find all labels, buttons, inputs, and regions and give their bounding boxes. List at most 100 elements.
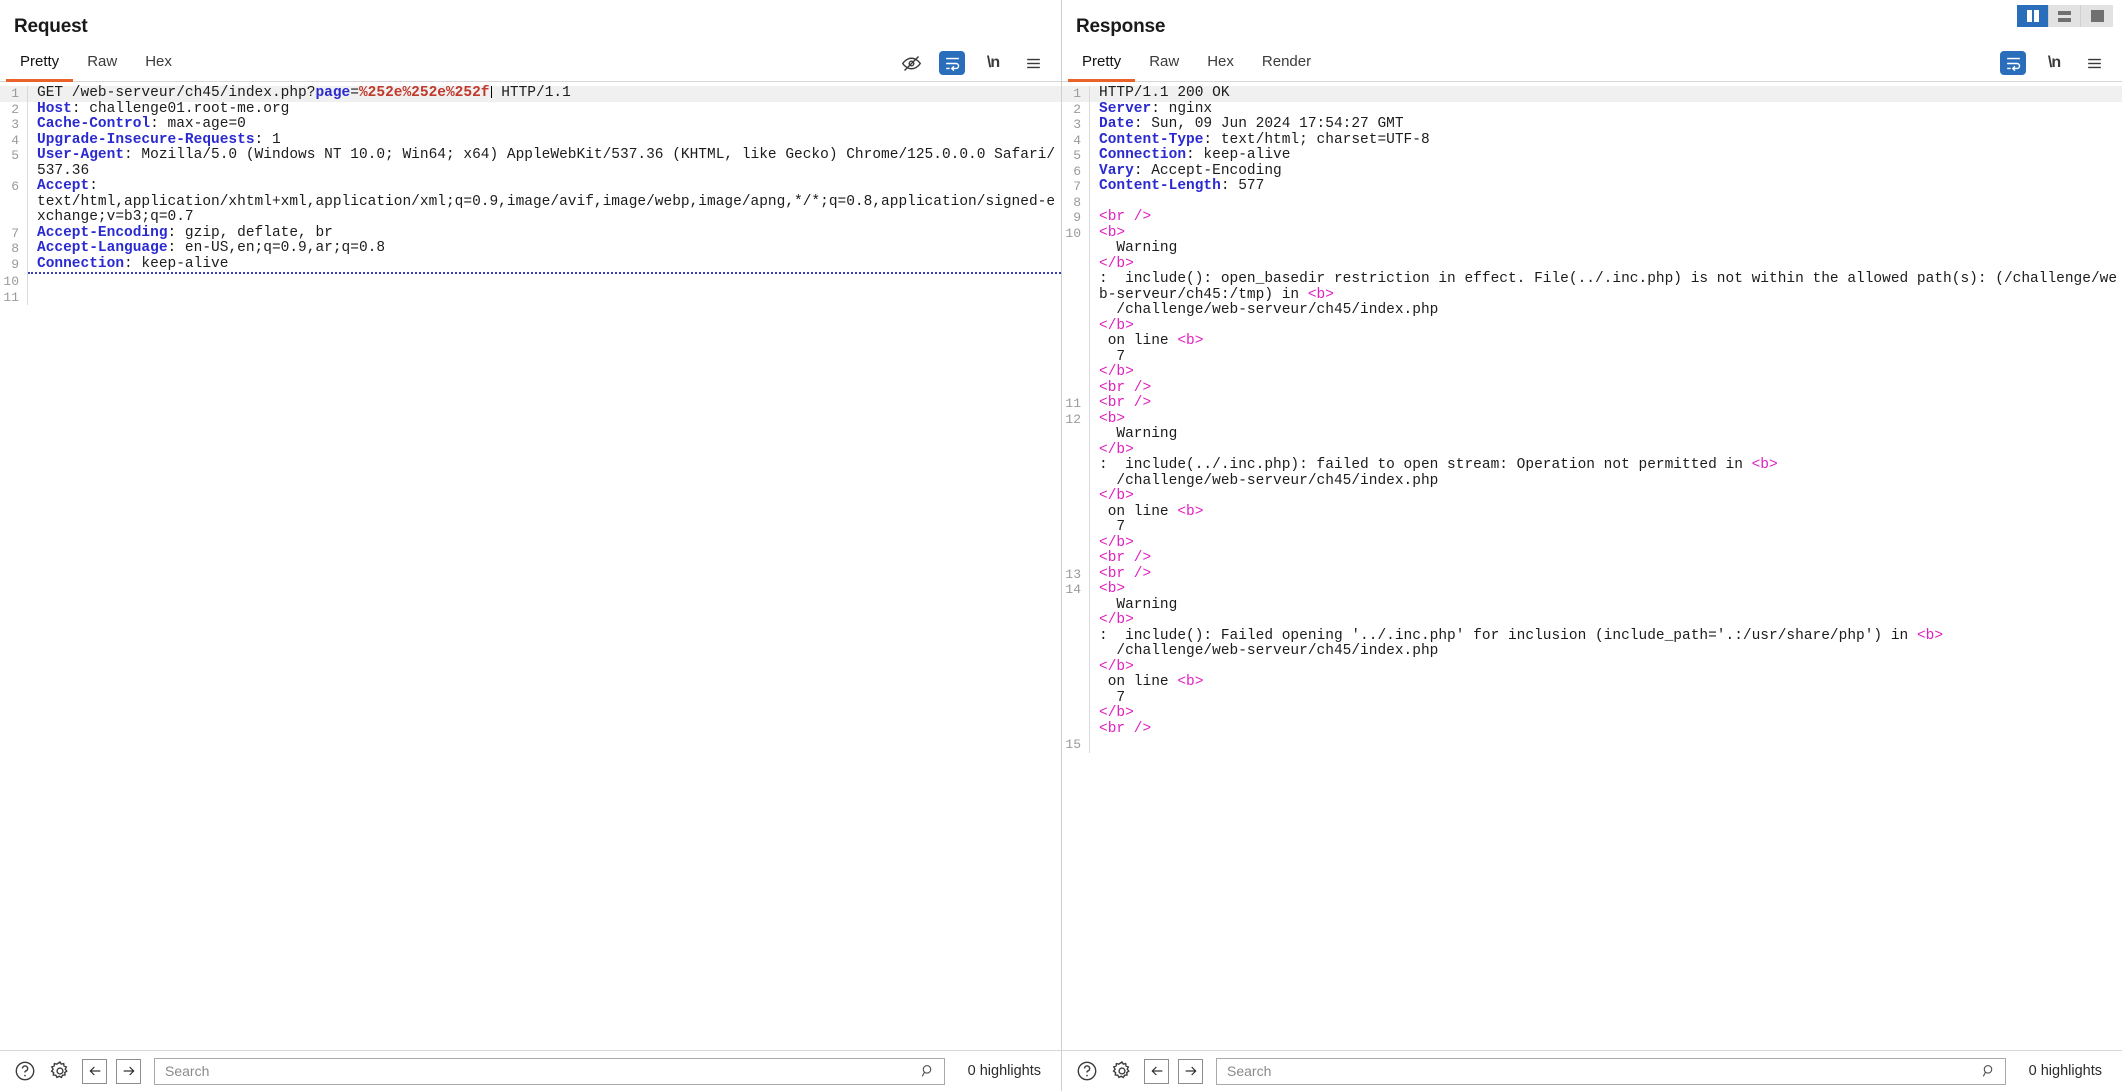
code-segment: <br /> — [1099, 565, 1152, 582]
code-segment: Vary — [1099, 162, 1134, 179]
code-segment: </b> — [1099, 255, 1134, 272]
menu-icon[interactable] — [1021, 51, 1045, 75]
line-number: 6 — [1073, 163, 1081, 179]
search-back-button[interactable] — [1144, 1058, 1169, 1084]
code-segment: <b> — [1177, 333, 1204, 349]
code-segment: </b> — [1099, 441, 1134, 458]
response-tab-raw[interactable]: Raw — [1135, 49, 1193, 82]
code-line: 7 Content-Length: 577 — [1062, 178, 2122, 195]
show-newlines-icon[interactable]: \n — [2042, 51, 2066, 75]
request-toolbar: \n — [899, 51, 1061, 81]
code-line: 11 — [0, 289, 1061, 305]
request-tab-pretty[interactable]: Pretty — [6, 49, 74, 82]
code-line: 8 — [1062, 194, 2122, 210]
response-panel-title: Response — [1076, 16, 1166, 37]
line-number: 3 — [11, 117, 19, 132]
request-panel: Request Pretty Raw Hex \n 1 GET /web-ser… — [0, 0, 1061, 1091]
line-number: 5 — [11, 148, 19, 163]
single-pane-icon — [2090, 10, 2104, 22]
code-line: 10 — [0, 274, 1061, 290]
code-line: 2 Server: nginx — [1062, 100, 2122, 117]
text-caret — [490, 86, 492, 98]
line-number: 3 — [1073, 117, 1081, 132]
code-segment: </b> — [1099, 364, 1134, 380]
layout-single-pane-button[interactable] — [2081, 5, 2113, 27]
code-line-text: HTTP/1.1 200 OK — [1090, 85, 2122, 102]
response-search-field[interactable] — [1216, 1057, 2006, 1085]
request-editor[interactable]: 1 GET /web-serveur/ch45/index.php?page=%2… — [0, 82, 1061, 1050]
response-editor[interactable]: 1 HTTP/1.1 200 OK 2 Server: nginx 3 Date: Sun… — [1062, 82, 2122, 1050]
code-segment: <b> — [1916, 627, 1944, 644]
code-segment: : gzip, deflate, br — [167, 224, 333, 241]
http-message-viewer: Request Pretty Raw Hex \n 1 GET /web-ser… — [0, 0, 2123, 1091]
code-segment: <b> — [1099, 224, 1126, 241]
help-icon[interactable] — [1074, 1058, 1100, 1084]
request-search-input[interactable] — [163, 1062, 920, 1080]
code-segment: <br /> — [1099, 550, 1152, 566]
line-number: 12 — [1065, 411, 1081, 427]
response-tab-hex[interactable]: Hex — [1193, 49, 1248, 82]
response-tab-pretty[interactable]: Pretty — [1068, 49, 1136, 82]
code-line-text: Host: challenge01.root-me.org — [28, 100, 1061, 118]
show-newlines-icon[interactable]: \n — [981, 51, 1005, 75]
search-forward-button[interactable] — [116, 1058, 141, 1084]
response-tab-render[interactable]: Render — [1248, 49, 1325, 82]
layout-split-vertical-button[interactable] — [2017, 5, 2049, 27]
code-line-text: Content-Type: text/html; charset=UTF-8 — [1090, 132, 2122, 149]
request-highlights-count: 0 highlights — [967, 1063, 1041, 1079]
code-line: 15 — [1062, 737, 2122, 753]
request-search-field[interactable] — [154, 1057, 945, 1085]
gear-icon[interactable] — [1109, 1058, 1135, 1084]
code-segment: </b> — [1099, 488, 1134, 504]
code-line-text: Cache-Control: max-age=0 — [28, 116, 1061, 133]
line-number: 10 — [1065, 225, 1081, 241]
code-line: 14 <b> Warning </b> : include(): Failed o… — [1062, 581, 2122, 737]
word-wrap-icon[interactable] — [939, 51, 965, 75]
code-segment: Server — [1099, 100, 1152, 117]
code-segment: <b> — [1307, 286, 1334, 303]
response-search-input[interactable] — [1225, 1062, 1981, 1080]
word-wrap-icon[interactable] — [2000, 51, 2026, 75]
line-number: 4 — [11, 132, 19, 148]
code-line: 13 <br /> — [1062, 565, 2122, 582]
search-back-button[interactable] — [82, 1058, 107, 1084]
line-number: 6 — [11, 179, 19, 194]
code-line: 5 Connection: keep-alive — [1062, 147, 2122, 164]
response-panel: Response Pretty Raw Hex Render \n 1 HTTP… — [1061, 0, 2122, 1091]
line-number: 2 — [1073, 101, 1081, 117]
code-segment: Accept-Language — [37, 240, 168, 256]
code-line-text: User-Agent: Mozilla/5.0 (Windows NT 10.0… — [28, 147, 1061, 179]
gear-icon[interactable] — [47, 1058, 73, 1084]
code-segment: : challenge01.root-me.org — [71, 100, 290, 117]
code-line-text: Accept-Encoding: gzip, deflate, br — [28, 224, 1061, 242]
code-line-text: GET /web-serveur/ch45/index.php?page=%25… — [28, 85, 1061, 102]
code-segment: /challenge/web-serveur/ch45/index.php — [1116, 472, 1439, 489]
hide-nonprintable-icon[interactable] — [899, 51, 923, 75]
request-tab-hex[interactable]: Hex — [131, 49, 186, 82]
line-number: 8 — [11, 241, 19, 256]
help-icon[interactable] — [12, 1058, 38, 1084]
line-number: 2 — [11, 101, 19, 117]
code-segment: <br /> — [1099, 209, 1152, 225]
menu-icon[interactable] — [2082, 51, 2106, 75]
code-line: 4 Upgrade-Insecure-Requests: 1 — [0, 131, 1061, 148]
code-line-text: Connection: keep-alive — [28, 255, 1061, 274]
code-line-text — [28, 274, 1061, 290]
code-line: 2 Host: challenge01.root-me.org — [0, 100, 1061, 118]
show-newlines-label: \n — [986, 54, 1000, 71]
request-tab-raw[interactable]: Raw — [73, 49, 131, 82]
layout-split-horizontal-button[interactable] — [2049, 5, 2081, 27]
line-number: 14 — [1065, 582, 1081, 597]
line-number: 11 — [1065, 396, 1081, 411]
code-line-text: Vary: Accept-Encoding — [1090, 162, 2122, 180]
code-segment: Accept-Encoding — [37, 224, 168, 241]
line-number: 1 — [11, 86, 19, 101]
code-segment: on line — [1107, 503, 1169, 520]
code-line: 12 <b> Warning </b> : include(../.inc.php… — [1062, 411, 2122, 567]
code-line: 6 Accept: text/html,application/xhtml+xml… — [0, 178, 1061, 226]
code-line-text: <b> Warning </b> : include(): Failed ope… — [1090, 581, 2122, 737]
code-segment: Connection — [37, 255, 125, 272]
search-forward-button[interactable] — [1178, 1058, 1203, 1084]
code-segment: Upgrade-Insecure-Requests — [37, 131, 255, 148]
line-number: 15 — [1065, 737, 1081, 752]
